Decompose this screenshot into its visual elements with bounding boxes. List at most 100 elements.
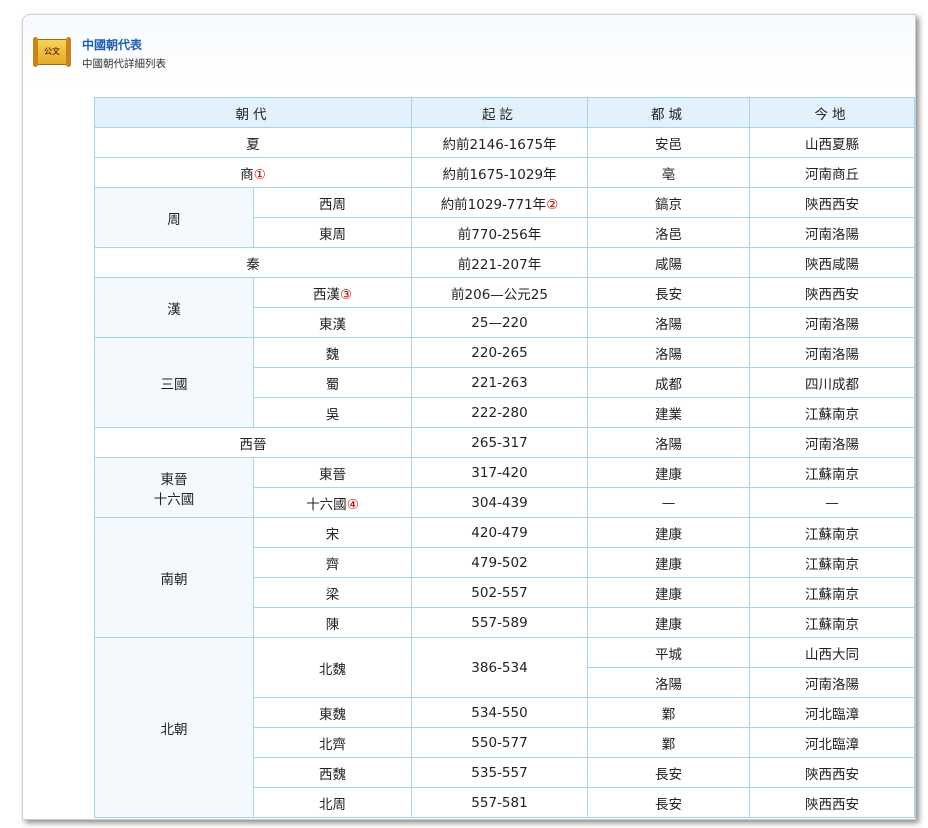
period-cell: 317-420 (411, 457, 588, 488)
today-cell: 山西夏縣 (749, 127, 915, 158)
capital-cell: 鄴 (587, 697, 750, 728)
scroll-icon-text: 公文 (44, 47, 60, 56)
today-cell: 河北臨漳 (749, 697, 915, 728)
today-cell: 陝西西安 (749, 277, 915, 308)
period-cell: 479-502 (411, 547, 588, 578)
today-cell: 陝西咸陽 (749, 247, 915, 278)
period-cell: 304-439 (411, 487, 588, 518)
capital-cell: — (587, 487, 750, 518)
table-row: 夏 約前2146-1675年 安邑 山西夏縣 (94, 127, 915, 158)
dynasty-group-cell: 三國 (94, 337, 254, 428)
header-capital: 都城 (587, 97, 750, 128)
capital-cell: 洛陽 (587, 307, 750, 338)
group-line-1: 東晉 (160, 471, 188, 488)
today-cell: 河南洛陽 (749, 217, 915, 248)
sub-dynasty-cell: 西魏 (253, 757, 412, 788)
capital-cell: 洛陽 (587, 337, 750, 368)
capital-cell: 洛邑 (587, 217, 750, 248)
footnote-marker[interactable]: ③ (340, 287, 352, 303)
dynasty-cell: 夏 (94, 127, 412, 158)
sub-dynasty-cell: 陳 (253, 607, 412, 638)
today-cell: 江蘇南京 (749, 457, 915, 488)
sub-dynasty-cell: 北魏 (253, 637, 412, 698)
today-cell: 江蘇南京 (749, 607, 915, 638)
sub-dynasty-cell: 東晉 (253, 457, 412, 488)
today-cell: 四川成都 (749, 367, 915, 398)
period-cell: 約前2146-1675年 (411, 127, 588, 158)
page-title: 中國朝代表 (82, 38, 143, 52)
period-cell: 502-557 (411, 577, 588, 608)
sub-dynasty-cell: 北齊 (253, 727, 412, 758)
today-cell: 河北臨漳 (749, 727, 915, 758)
table-row: 漢 西漢③ 前206—公元25 長安 陝西西安 (94, 277, 915, 338)
period-cell: 265-317 (411, 427, 588, 458)
dynasty-group-cell: 漢 (94, 277, 254, 338)
period-cell: 前206—公元25 (411, 277, 588, 308)
sub-dynasty-name: 十六國 (306, 496, 347, 513)
period-cell: 386-534 (411, 637, 588, 698)
footnote-marker[interactable]: ① (254, 167, 266, 183)
capital-cell: 建康 (587, 577, 750, 608)
capital-cell: 鎬京 (587, 187, 750, 218)
sub-dynasty-cell: 梁 (253, 577, 412, 608)
capital-cell: 建康 (587, 457, 750, 488)
today-cell: 河南商丘 (749, 157, 915, 188)
footnote-marker[interactable]: ② (546, 197, 558, 213)
header-period: 起訖 (411, 97, 588, 128)
dynasty-cell: 商① (94, 157, 412, 188)
period-cell: 前221-207年 (411, 247, 588, 278)
dynasty-cell: 秦 (94, 247, 412, 278)
sub-dynasty-cell: 北周 (253, 787, 412, 818)
table-row: 東晉十六國 東晉 317-420 建康 江蘇南京 (94, 457, 915, 518)
period-cell: 25—220 (411, 307, 588, 338)
capital-cell: 長安 (587, 277, 750, 308)
sub-dynasty-cell: 東漢 (253, 307, 412, 338)
sub-dynasty-cell: 西漢③ (253, 277, 412, 308)
today-cell: 河南洛陽 (749, 337, 915, 368)
capital-cell: 建康 (587, 607, 750, 638)
content-panel: 公文 中國朝代表 中國朝代詳細列表 朝代 起訖 都城 今地 夏 約前2146-1… (22, 14, 916, 820)
capital-cell: 長安 (587, 787, 750, 818)
dynasty-group-cell: 東晉 十六國 (94, 457, 254, 518)
sub-dynasty-cell: 吳 (253, 397, 412, 428)
sub-dynasty-name: 西漢 (312, 286, 340, 303)
period-cell: 420-479 (411, 517, 588, 548)
period-cell: 220-265 (411, 337, 588, 368)
today-cell: 陝西西安 (749, 187, 915, 218)
sub-dynasty-cell: 魏 (253, 337, 412, 368)
capital-cell: 咸陽 (587, 247, 750, 278)
today-cell: 江蘇南京 (749, 577, 915, 608)
table-row: 秦 前221-207年 咸陽 陝西咸陽 (94, 247, 915, 278)
capital-cell: 成都 (587, 367, 750, 398)
footnote-marker[interactable]: ④ (347, 497, 359, 513)
period-cell: 550-577 (411, 727, 588, 758)
table-row: 南朝 宋 420-479 建康 江蘇南京 (94, 517, 915, 638)
today-cell: 河南洛陽 (749, 667, 915, 698)
today-cell: 江蘇南京 (749, 517, 915, 548)
sub-dynasty-cell: 蜀 (253, 367, 412, 398)
group-line-2: 十六國 (153, 491, 195, 508)
period-text: 約前1029-771年 (440, 196, 547, 213)
sub-dynasty-cell: 十六國④ (253, 487, 412, 518)
today-cell: 河南洛陽 (749, 307, 915, 338)
header-today: 今地 (749, 97, 915, 128)
capital-cell: 洛陽 (587, 667, 750, 698)
sub-dynasty-cell: 東魏 (253, 697, 412, 728)
today-cell: 江蘇南京 (749, 397, 915, 428)
today-cell: 江蘇南京 (749, 547, 915, 578)
table-row: 北朝 北魏 386-534 平城 山西大同 (94, 637, 915, 818)
today-cell: — (749, 487, 915, 518)
capital-cell: 安邑 (587, 127, 750, 158)
today-cell: 陝西西安 (749, 757, 915, 788)
period-cell: 535-557 (411, 757, 588, 788)
today-cell: 河南洛陽 (749, 427, 915, 458)
page-subtitle: 中國朝代詳細列表 (82, 58, 166, 70)
header-dynasty: 朝代 (94, 97, 412, 128)
period-cell: 221-263 (411, 367, 588, 398)
table-row: 三國 魏 220-265 洛陽 河南洛陽 (94, 337, 915, 428)
period-cell: 約前1029-771年② (411, 187, 588, 218)
scroll-icon: 公文 (33, 37, 71, 67)
sub-dynasty-cell: 宋 (253, 517, 412, 548)
period-cell: 約前1675-1029年 (411, 157, 588, 188)
dynasty-cell: 西晉 (94, 427, 412, 458)
